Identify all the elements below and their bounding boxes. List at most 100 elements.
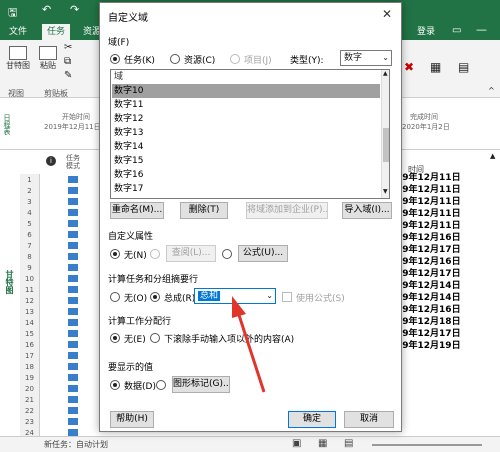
- list-item[interactable]: 数字16: [112, 168, 380, 182]
- start-date-cell[interactable]: 19年12月14日: [396, 280, 461, 292]
- list-item[interactable]: 数字10: [112, 84, 380, 98]
- task-mode-icon: [68, 319, 78, 326]
- assign-none-radio[interactable]: [110, 333, 120, 343]
- rename-button[interactable]: 重命名(M)...: [110, 202, 164, 219]
- save-icon[interactable]: 🖫: [8, 4, 17, 23]
- attr-none-radio[interactable]: [110, 249, 120, 259]
- task-mode-icon: [68, 220, 78, 227]
- import-field-button[interactable]: 导入域(I)...: [342, 202, 392, 219]
- task-usage-icon[interactable]: ▦: [318, 438, 327, 449]
- close-x-icon[interactable]: ✖: [404, 60, 414, 74]
- resource-radio[interactable]: [170, 54, 180, 64]
- display-data-radio[interactable]: [110, 380, 120, 390]
- lookup-button[interactable]: 查阅(L)...: [166, 245, 216, 262]
- start-date-cell[interactable]: 19年12月11日: [396, 208, 461, 220]
- start-date-cell[interactable]: 19年12月11日: [396, 196, 461, 208]
- help-button[interactable]: 帮助(H): [110, 411, 154, 428]
- graphical-indicators-button[interactable]: 图形标记(G)...: [172, 376, 230, 393]
- start-date-cell[interactable]: 19年12月19日: [396, 340, 461, 352]
- task-radio[interactable]: [110, 54, 120, 64]
- start-date-cell[interactable]: 19年12月17日: [396, 268, 461, 280]
- new-task-status[interactable]: 新任务：自动计划: [44, 439, 108, 450]
- use-formula-checkbox[interactable]: [282, 292, 292, 302]
- bars-icon[interactable]: ▤: [458, 60, 469, 74]
- task-mode-icon: [68, 242, 78, 249]
- formula-radio[interactable]: [222, 249, 232, 259]
- list-item[interactable]: 数字15: [112, 154, 380, 168]
- rollup-select[interactable]: 总和 ⌄: [194, 288, 276, 304]
- start-date-cell[interactable]: 19年12月16日: [396, 256, 461, 268]
- chevron-down-icon: ⌄: [382, 53, 389, 62]
- task-mode-icon: [68, 198, 78, 205]
- rollup-section-label: 计算任务和分组摘要行: [108, 275, 199, 285]
- lookup-radio[interactable]: [150, 249, 160, 259]
- task-mode-icon: [68, 429, 78, 436]
- list-item[interactable]: 数字14: [112, 140, 380, 154]
- list-item[interactable]: 数字12: [112, 112, 380, 126]
- task-radio-label: 任务(K): [124, 56, 155, 66]
- close-icon[interactable]: ✕: [382, 7, 392, 21]
- ok-button[interactable]: 确定: [288, 411, 336, 428]
- cancel-button[interactable]: 取消: [344, 411, 394, 428]
- field-list[interactable]: 域 数字10 数字11 数字12 数字13 数字14 数字15 数字16 数字1…: [110, 69, 390, 199]
- scroll-thumb[interactable]: [383, 128, 389, 162]
- undo-icon[interactable]: ↶: [42, 3, 51, 16]
- status-bar: 新任务：自动计划 ▣ ▦ ▤: [0, 436, 500, 452]
- copy-icon[interactable]: ⧉: [64, 56, 71, 67]
- start-date-cell[interactable]: 19年12月16日: [396, 304, 461, 316]
- zoom-slider[interactable]: [372, 444, 482, 446]
- login-link[interactable]: 登录: [412, 24, 440, 40]
- list-item[interactable]: 数字11: [112, 98, 380, 112]
- list-header: 域: [114, 72, 124, 82]
- field-section-label: 域(F): [108, 38, 130, 48]
- add-to-enterprise-button[interactable]: 将域添加到企业(P)...: [246, 202, 328, 219]
- project-radio[interactable]: [230, 54, 240, 64]
- list-item[interactable]: 数字13: [112, 126, 380, 140]
- delete-button[interactable]: 删除(T): [180, 202, 228, 219]
- start-date-cell[interactable]: 19年12月18日: [396, 316, 461, 328]
- start-date-cell[interactable]: 19年12月14日: [396, 292, 461, 304]
- start-date-cell[interactable]: 19年12月16日: [396, 232, 461, 244]
- gantt-view-button[interactable]: 甘特图: [4, 46, 32, 71]
- gantt-view-label: 甘特图: [6, 61, 30, 70]
- rollup-down-radio[interactable]: [150, 333, 160, 343]
- scroll-up-arrow-icon[interactable]: ▲: [383, 70, 388, 77]
- task-mode-icon: [68, 264, 78, 271]
- display-graphic-radio[interactable]: [156, 380, 166, 390]
- tab-file[interactable]: 文件: [4, 24, 32, 40]
- scroll-up-icon[interactable]: ▲: [490, 152, 495, 160]
- grid-icon[interactable]: ▦: [430, 60, 441, 74]
- scroll-down-arrow-icon[interactable]: ▼: [383, 188, 388, 195]
- task-mode-icon: [68, 231, 78, 238]
- start-date-cell[interactable]: 19年12月11日: [396, 220, 461, 232]
- formula-button[interactable]: 公式(U)...: [238, 245, 288, 262]
- task-mode-icon: [68, 385, 78, 392]
- team-planner-icon[interactable]: ▤: [344, 438, 353, 449]
- tab-task[interactable]: 任务: [42, 24, 71, 40]
- task-mode-icon: [68, 407, 78, 414]
- rollup-select-value: 总和: [198, 291, 221, 301]
- minimize-icon[interactable]: —: [476, 23, 487, 36]
- start-date-cell[interactable]: 19年12月11日: [396, 172, 461, 184]
- gantt-view-icon[interactable]: ▣: [292, 438, 301, 449]
- use-formula-label: 使用公式(S): [296, 294, 345, 304]
- list-scrollbar[interactable]: ▲ ▼: [381, 70, 389, 198]
- start-date-cell[interactable]: 19年12月17日: [396, 328, 461, 340]
- collapse-ribbon-icon[interactable]: ^: [488, 86, 495, 95]
- ribbon-options-icon[interactable]: ▭: [452, 25, 461, 36]
- task-mode-icon: [68, 187, 78, 194]
- attr-none-label: 无(N): [124, 251, 147, 261]
- format-painter-icon[interactable]: ✎: [64, 70, 72, 81]
- redo-icon[interactable]: ↷: [70, 3, 79, 16]
- start-date-cell[interactable]: 19年12月11日: [396, 184, 461, 196]
- task-mode-icon: [68, 176, 78, 183]
- cut-icon[interactable]: ✂: [64, 42, 72, 53]
- timeline-end-date: 2020年1月2日: [402, 123, 450, 131]
- list-item[interactable]: 数字17: [112, 182, 380, 196]
- custom-attributes-label: 自定义属性: [108, 232, 154, 242]
- type-select[interactable]: 数字 ⌄: [340, 50, 392, 66]
- rollup-none-radio[interactable]: [110, 292, 120, 302]
- rollup-summary-radio[interactable]: [150, 292, 160, 302]
- paste-button[interactable]: 粘贴: [38, 46, 58, 71]
- start-date-cell[interactable]: 19年12月17日: [396, 244, 461, 256]
